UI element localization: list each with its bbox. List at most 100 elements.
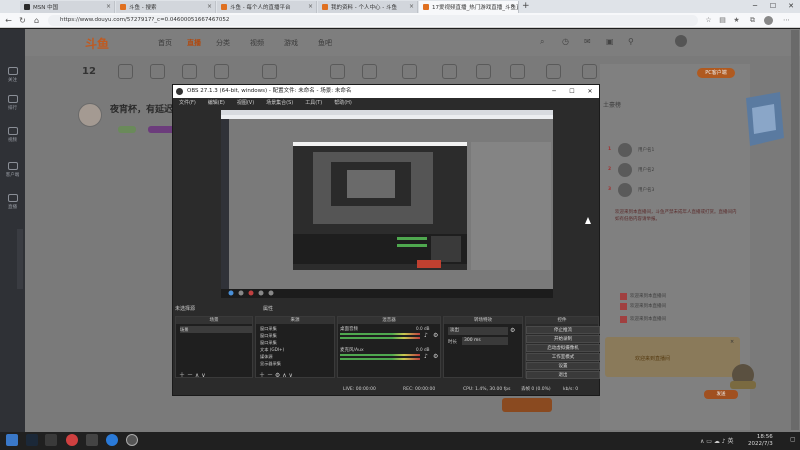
page-scrollbar[interactable] xyxy=(791,30,799,430)
gear-icon[interactable]: ⚙ xyxy=(433,353,438,360)
home-icon[interactable]: ⌂ xyxy=(31,15,42,26)
rank-row[interactable]: 3 用户名3 xyxy=(608,183,728,199)
more-icon[interactable]: ⋯ xyxy=(782,16,791,25)
stop-streaming-button[interactable]: 停止推流 xyxy=(526,326,600,334)
close-icon[interactable]: × xyxy=(207,3,212,10)
nav-category[interactable]: 分类 xyxy=(216,38,230,48)
rank-row[interactable]: 2 用户名2 xyxy=(608,163,728,179)
task-icon[interactable] xyxy=(118,64,133,79)
maximize-icon[interactable]: ☐ xyxy=(563,85,581,98)
ticket-icon[interactable] xyxy=(362,64,377,79)
minimize-icon[interactable]: ─ xyxy=(545,85,563,98)
site-logo[interactable]: 斗鱼 xyxy=(85,35,109,52)
menu-view[interactable]: 视图(V) xyxy=(237,98,254,108)
add-icon[interactable]: ＋ xyxy=(179,372,185,379)
sidebar-item-video[interactable]: 视频 xyxy=(2,127,23,149)
sidebar-item-rank[interactable]: 排行 xyxy=(2,95,23,117)
lottery-icon[interactable] xyxy=(510,64,525,79)
steam-icon[interactable] xyxy=(26,434,38,446)
activity-icon[interactable] xyxy=(150,64,165,79)
notification-icon[interactable]: ▢ xyxy=(790,436,796,443)
taskbar-clock[interactable]: 18:56 2022/7/3 xyxy=(748,434,773,448)
start-icon[interactable] xyxy=(6,434,18,446)
app-icon[interactable] xyxy=(66,434,78,446)
star-icon[interactable]: ☆ xyxy=(704,16,713,25)
location-icon[interactable]: ⚲ xyxy=(628,37,634,46)
sidebar-item-follow[interactable]: 关注 xyxy=(2,67,23,89)
down-icon[interactable]: ∨ xyxy=(201,372,205,379)
nav-yuba[interactable]: 鱼吧 xyxy=(318,38,332,48)
gift-banner[interactable] xyxy=(502,398,552,412)
close-icon[interactable]: × xyxy=(308,3,313,10)
pc-client-button[interactable]: PC客户端 xyxy=(697,68,735,78)
notification-popup[interactable]: 欢迎来到直播间 × xyxy=(605,337,740,377)
explorer-icon[interactable] xyxy=(45,434,57,446)
share-icon[interactable] xyxy=(582,64,597,79)
gift-icon[interactable]: ▣ xyxy=(606,37,614,46)
source-item[interactable]: 窗口采集 xyxy=(260,332,332,339)
edge-icon[interactable] xyxy=(106,434,118,446)
fish-icon[interactable] xyxy=(262,64,277,79)
tab-msn[interactable]: MSN 中国 × xyxy=(20,1,115,13)
source-item[interactable]: 窗口采集 xyxy=(260,339,332,346)
app-icon[interactable] xyxy=(86,434,98,446)
menu-help[interactable]: 帮助(H) xyxy=(334,98,352,108)
calendar-icon[interactable] xyxy=(330,64,345,79)
edit-icon[interactable] xyxy=(546,64,561,79)
url-input[interactable]: https://www.douyu.com/5727917?_c=0.04600… xyxy=(48,15,698,26)
obs-preview[interactable] xyxy=(221,110,553,298)
up-icon[interactable]: ∧ xyxy=(282,372,286,379)
close-icon[interactable]: ✕ xyxy=(782,0,800,13)
remove-icon[interactable]: － xyxy=(187,372,193,379)
start-recording-button[interactable]: 开始录制 xyxy=(526,335,600,343)
sidebar-item-live[interactable]: 直播 xyxy=(2,194,23,216)
back-icon[interactable]: ← xyxy=(3,15,14,26)
duration-input[interactable]: 300 ms xyxy=(462,337,508,345)
tray-icons[interactable]: ∧ ▭ ☁ ♪ 英 xyxy=(700,436,734,445)
history-icon[interactable]: ◷ xyxy=(562,37,569,46)
sidebar-item-client[interactable]: 客户端 xyxy=(2,162,23,184)
close-icon[interactable]: × xyxy=(106,3,111,10)
close-icon[interactable]: × xyxy=(730,339,734,345)
tab-douyu-search[interactable]: 斗鱼 - 搜索 × xyxy=(116,1,216,13)
badge-icon[interactable] xyxy=(182,64,197,79)
nav-home[interactable]: 首页 xyxy=(158,38,172,48)
extensions-icon[interactable]: ⧉ xyxy=(748,16,757,25)
scene-item[interactable]: 场景 xyxy=(180,326,252,333)
close-icon[interactable]: ✕ xyxy=(581,85,599,98)
menu-edit[interactable]: 编辑(E) xyxy=(208,98,225,108)
studio-mode-button[interactable]: 工作室模式 xyxy=(526,353,600,361)
host-avatar[interactable] xyxy=(78,103,102,127)
rank-row[interactable]: 1 用户名1 xyxy=(608,143,728,159)
maximize-icon[interactable]: ☐ xyxy=(764,0,782,13)
exit-button[interactable]: 退出 xyxy=(526,371,600,379)
refresh-icon[interactable]: ↻ xyxy=(17,15,28,26)
settings-button[interactable]: 设置 xyxy=(526,362,600,370)
star-icon[interactable] xyxy=(442,64,457,79)
menu-scene-collection[interactable]: 场景集合(S) xyxy=(266,98,293,108)
favorites-icon[interactable]: ★ xyxy=(732,16,741,25)
close-icon[interactable]: × xyxy=(409,3,414,10)
new-tab-button[interactable]: + xyxy=(522,1,530,11)
nav-video[interactable]: 视频 xyxy=(250,38,264,48)
tab-douyu-home[interactable]: 斗鱼 - 每个人的直播平台 × xyxy=(217,1,317,13)
minimize-icon[interactable]: ─ xyxy=(746,0,764,13)
chart-icon[interactable] xyxy=(476,64,491,79)
tab-profile[interactable]: 我的资料 - 个人中心 - 斗鱼 × xyxy=(318,1,418,13)
tab-live[interactable]: 17爱视频直播_热门游戏直播_斗鱼直播 × xyxy=(419,1,519,13)
virtual-camera-button[interactable]: 启动虚拟摄像机 xyxy=(526,344,600,352)
gear-icon[interactable]: ⚙ xyxy=(510,327,515,334)
message-icon[interactable]: ✉ xyxy=(584,37,591,46)
vip-icon[interactable] xyxy=(214,64,229,79)
source-item[interactable]: 媒体源 xyxy=(260,353,332,360)
close-icon[interactable]: × xyxy=(510,3,515,10)
add-icon[interactable]: ＋ xyxy=(259,372,265,379)
send-button[interactable]: 发送 xyxy=(704,390,738,399)
gear-icon[interactable]: ⚙ xyxy=(275,372,280,379)
search-icon[interactable]: ⌕ xyxy=(540,37,544,47)
nav-game[interactable]: 游戏 xyxy=(284,38,298,48)
sidebar-scrollbar[interactable] xyxy=(17,229,23,289)
gear-icon[interactable]: ⚙ xyxy=(433,332,438,339)
menu-file[interactable]: 文件(F) xyxy=(179,98,196,108)
clock-icon[interactable] xyxy=(402,64,417,79)
